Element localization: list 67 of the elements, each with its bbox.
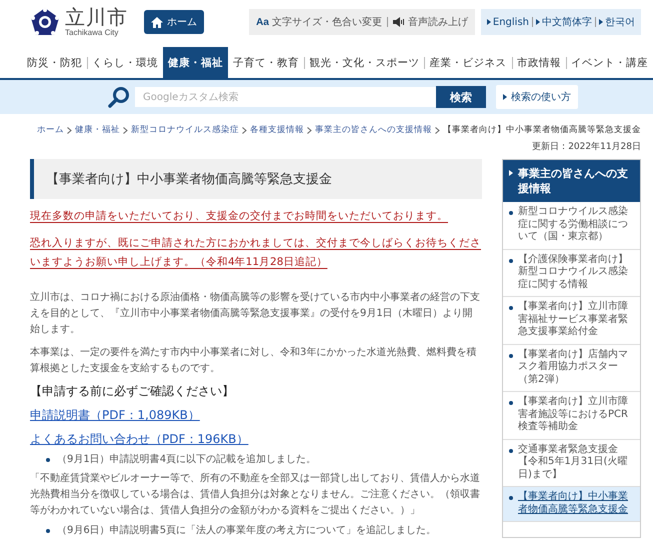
bullet-icon xyxy=(509,354,513,358)
chevron-icon xyxy=(123,126,128,134)
nav-tab[interactable]: 防災・防犯 xyxy=(22,47,87,78)
chevron-icon xyxy=(242,126,247,134)
sidebar-link[interactable]: 【事業者向け】店舗内マスク着用協力ポスター（第2弾） xyxy=(503,344,640,392)
bullet-icon xyxy=(46,458,50,462)
sidebar-link[interactable]: 【事業者向け】立川市障害者施設等におけるPCR検査等補助金 xyxy=(503,392,640,440)
bullet-icon xyxy=(509,401,513,405)
breadcrumb-link[interactable]: 健康・福祉 xyxy=(75,124,120,136)
bullet-icon xyxy=(509,448,513,452)
city-emblem-icon xyxy=(30,7,60,37)
nav-tab[interactable]: イベント・講座 xyxy=(566,47,653,78)
page-title: 【事業者向け】中小事業者物価高騰等緊急支援金 xyxy=(30,159,482,199)
search-field[interactable]: Googleカスタム検索 xyxy=(135,87,436,107)
home-button[interactable]: ホーム xyxy=(144,10,204,34)
search-icon xyxy=(108,86,130,108)
language-link[interactable]: 한국어 xyxy=(599,15,635,29)
chevron-icon xyxy=(435,126,440,134)
chevron-icon xyxy=(307,126,312,134)
triangle-icon xyxy=(536,19,540,25)
chevron-icon xyxy=(67,126,72,134)
nav-tab[interactable]: 子育て・教育 xyxy=(228,47,304,78)
language-link[interactable]: 中文简体字 xyxy=(536,15,592,29)
toolbar-link[interactable]: 音声読み上げ xyxy=(392,15,468,29)
city-name: 立川市 xyxy=(65,7,128,27)
sidebar-title: 事業主の皆さんへの支援情報 xyxy=(518,166,629,196)
breadcrumb-link[interactable]: 各種支援情報 xyxy=(250,124,304,136)
pdf-link[interactable]: 申請説明書（PDF：1,089KB） xyxy=(30,407,482,424)
paragraph: 本事業は、一定の要件を満たす市内中小事業者に対し、令和3年にかかった水道光熱費、燃料費を積算根拠とした支援金を支給するものです。 xyxy=(30,346,478,376)
nav-tab[interactable]: 観光・文化・スポーツ xyxy=(304,47,424,78)
speaker-icon xyxy=(392,17,405,27)
city-name-english: Tachikawa City xyxy=(65,29,120,37)
bullet-text: （9月6日）申請説明書5頁に「法人の事業年度の考え方について」を追記しました。 xyxy=(57,524,436,538)
bullet-text: （9月1日）申請説明書4頁に以下の記載を追加しました。 xyxy=(57,453,316,467)
section-heading: 【申請する前に必ずご確認ください】 xyxy=(30,383,235,400)
triangle-icon xyxy=(509,170,513,176)
bullet-icon xyxy=(509,211,513,215)
paragraph: 立川市は、コロナ禍における原油価格・物価高騰等の影響を受けている市内中小事業者の経営の下支えを目的として、『立川市中小事業者物価高騰等緊急支援事業』の受付を9月1日（木曜日）より開始します。 xyxy=(30,290,481,337)
triangle-icon xyxy=(503,94,507,100)
toolbar-link[interactable]: Aa 文字サイズ・色合い変更 xyxy=(256,15,382,29)
notice-text: 恐れ入りますが、既にご申請された方におかれましては、交付まで今しばらくお待ちくださいますようお願い申し上げます。（令和4年11月28日追記） xyxy=(30,236,482,270)
breadcrumb-link[interactable]: 新型コロナウイルス感染症 xyxy=(131,124,239,136)
search-help-link[interactable]: 検索の使い方 xyxy=(496,85,578,109)
sidebar-link[interactable]: 【事業者向け】中小事業者物価高騰等緊急支援金 xyxy=(503,487,640,522)
search-button[interactable]: 検索 xyxy=(436,86,486,108)
breadcrumb-link[interactable]: 事業主の皆さんへの支援情報 xyxy=(315,124,432,136)
breadcrumb-current: 【事業者向け】中小事業者物価高騰等緊急支援金 xyxy=(443,124,641,136)
triangle-icon xyxy=(486,19,491,25)
nav-tab[interactable]: 健康・福祉 xyxy=(163,47,228,78)
sidebar-link[interactable]: 【介護保険事業者向け】新型コロナウイルス感染症に関する情報 xyxy=(503,250,640,297)
sidebar-link[interactable]: 【事業者向け】立川市障害福祉サービス事業者緊急支援事業給付金 xyxy=(503,297,640,344)
nav-tab[interactable]: くらし・環境 xyxy=(87,47,164,78)
pdf-link[interactable]: よくあるお問い合わせ（PDF：196KB） xyxy=(30,431,482,448)
nav-tab[interactable]: 産業・ビジネス xyxy=(424,47,512,78)
house-icon xyxy=(151,16,163,28)
updated-date: 更新日：2022年11月28日 xyxy=(531,140,642,153)
bullet-icon xyxy=(46,529,50,533)
bullet-icon xyxy=(509,496,513,500)
nav-tab[interactable]: 市政情報 xyxy=(512,47,566,78)
bullet-icon xyxy=(509,306,513,310)
language-link[interactable]: English xyxy=(486,16,529,28)
quote-text: 「不動産賃貸業やビルオーナー等で、所有の不動産を全部又は一部貸し出しており、賃借人から水道光熱費相当分を徴収している場合は、賃借人負担分は対象となりません。ご注意ください。（領収書等がわかれていない場合は、賃借人負担分の金額がわかる資料をご提出ください。）」 xyxy=(30,472,481,518)
sidebar-link[interactable]: 新型コロナウイルス感染症に関する労働相談について（国・東京都） xyxy=(503,202,640,250)
breadcrumb-link[interactable]: ホーム xyxy=(37,124,64,136)
triangle-icon xyxy=(599,19,603,25)
notice-text: 現在多数の申請をいただいており、支援金の交付までお時間をいただいております。 xyxy=(30,209,449,224)
bullet-icon xyxy=(509,258,513,262)
